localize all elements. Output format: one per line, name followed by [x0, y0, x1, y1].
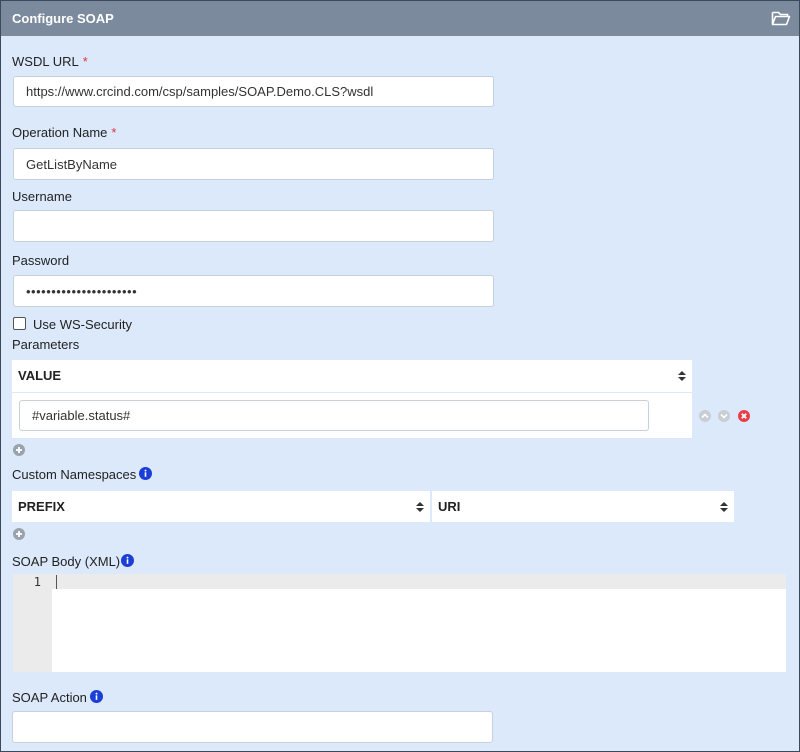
- parameters-value-header[interactable]: VALUE: [12, 360, 692, 392]
- info-icon[interactable]: [121, 554, 134, 567]
- wsdl-url-input[interactable]: [13, 76, 494, 107]
- parameter-value-input[interactable]: [19, 400, 649, 431]
- parameters-label: Parameters: [12, 337, 80, 352]
- line-number: 1: [33, 575, 41, 589]
- password-input[interactable]: [13, 275, 494, 307]
- ws-security-label: Use WS-Security: [33, 317, 132, 332]
- sort-icon: [678, 371, 686, 381]
- code-active-line[interactable]: [52, 574, 786, 589]
- soap-body-label: SOAP Body (XML): [12, 554, 121, 569]
- delete-row-icon[interactable]: [738, 410, 750, 422]
- soap-body-editor[interactable]: [52, 589, 786, 672]
- move-down-icon[interactable]: [718, 410, 730, 422]
- operation-name-input[interactable]: [13, 148, 494, 180]
- custom-namespaces-label: Custom Namespaces: [12, 467, 137, 482]
- add-namespace-icon[interactable]: [13, 528, 25, 540]
- operation-name-label: Operation Name *: [12, 125, 117, 140]
- text-cursor: [56, 575, 57, 589]
- sort-icon: [416, 502, 424, 512]
- wsdl-url-label: WSDL URL *: [12, 54, 88, 69]
- folder-open-icon[interactable]: [771, 9, 791, 27]
- move-up-icon[interactable]: [699, 410, 711, 422]
- username-label: Username: [12, 189, 72, 204]
- info-icon[interactable]: [139, 467, 152, 480]
- password-label: Password: [12, 253, 70, 268]
- prefix-column-label: PREFIX: [18, 499, 65, 514]
- soap-action-label: SOAP Action: [12, 690, 87, 705]
- username-input[interactable]: [13, 210, 494, 242]
- value-column-label: VALUE: [18, 368, 62, 383]
- info-icon[interactable]: [90, 690, 103, 703]
- uri-column-label: URI: [438, 499, 461, 514]
- ws-security-checkbox[interactable]: [13, 317, 26, 330]
- sort-icon: [720, 502, 728, 512]
- configure-soap-panel: Configure SOAP WSDL URL* Operation Name*…: [0, 0, 800, 752]
- panel-header: Configure SOAP: [1, 1, 799, 36]
- prefix-column-header[interactable]: PREFIX: [12, 491, 430, 522]
- add-parameter-icon[interactable]: [13, 444, 25, 456]
- uri-column-header[interactable]: URI: [432, 491, 734, 522]
- soap-action-input[interactable]: [12, 711, 493, 743]
- panel-title: Configure SOAP: [12, 11, 114, 26]
